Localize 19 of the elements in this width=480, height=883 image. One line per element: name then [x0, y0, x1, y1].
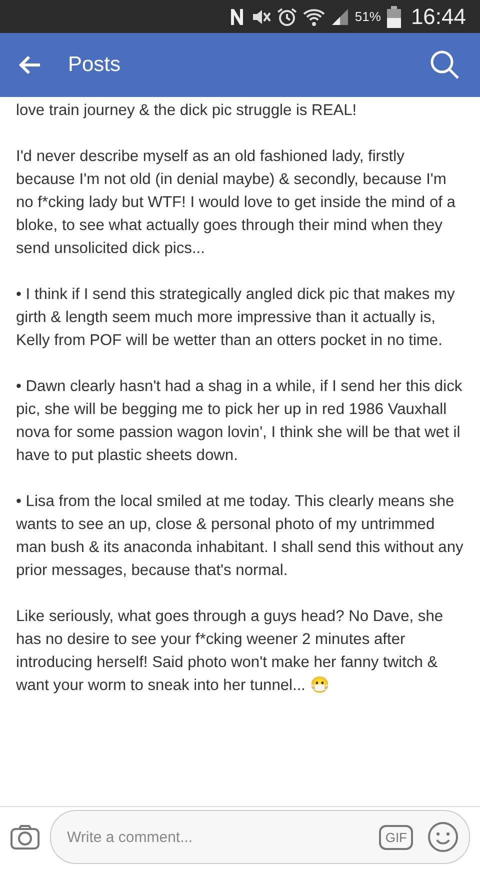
wifi-icon: [302, 6, 325, 26]
battery-icon: [386, 6, 401, 28]
clock-time: 16:44: [410, 4, 466, 30]
smiley-icon[interactable]: [427, 821, 459, 853]
post-paragraph: love train journey & the dick pic struggle is REAL!: [16, 101, 358, 121]
post-paragraph: • Dawn clearly hasn't had a shag in a while, if I send her this dick pic, she will be begging me to pick her up in red 1986 Vauxhall nova for some passion wagon lovin', I think she will be that wet il have to put plastic sheets down.: [16, 377, 464, 466]
post-paragraph: Like seriously, what goes through a guys head? No Dave, she has no desire to see your f*cking weener 2 minutes after introducing herself! Said photo won't make her fanny twitch & want your worm to sneak into her tunnel... 😷: [16, 607, 444, 696]
gif-button[interactable]: GIF: [379, 824, 413, 850]
signal-icon: [330, 8, 349, 26]
post-paragraph: I'd never describe myself as an old fashioned lady, firstly because I'm not old (in denial maybe) & secondly, because I'm no f*cking lady but WTF! I would love to get inside the mind of a bloke, to see what actually goes through their mind when they send unsolicited dick pics...: [16, 147, 456, 259]
mute-icon: [250, 8, 271, 26]
camera-button[interactable]: [10, 824, 40, 850]
nfc-icon: [228, 8, 245, 26]
post-paragraph: • I think if I send this strategically angled dick pic that makes my girth & length seem much more impressive than it actually is, Kelly from POF will be wetter than an otters pocket in no time.: [16, 285, 456, 351]
post-paragraph: • Lisa from the local smiled at me today. This clearly means she wants to see an up, close & personal photo of my untrimmed man bush & its anaconda inhabitant. I shall send this without any prior messages, because that's normal.: [16, 492, 464, 581]
comment-field[interactable]: Write a comment... GIF: [50, 810, 470, 864]
alarm-icon: [276, 6, 297, 26]
battery-percent: 51%: [354, 9, 381, 24]
page-title: Posts: [68, 53, 122, 77]
